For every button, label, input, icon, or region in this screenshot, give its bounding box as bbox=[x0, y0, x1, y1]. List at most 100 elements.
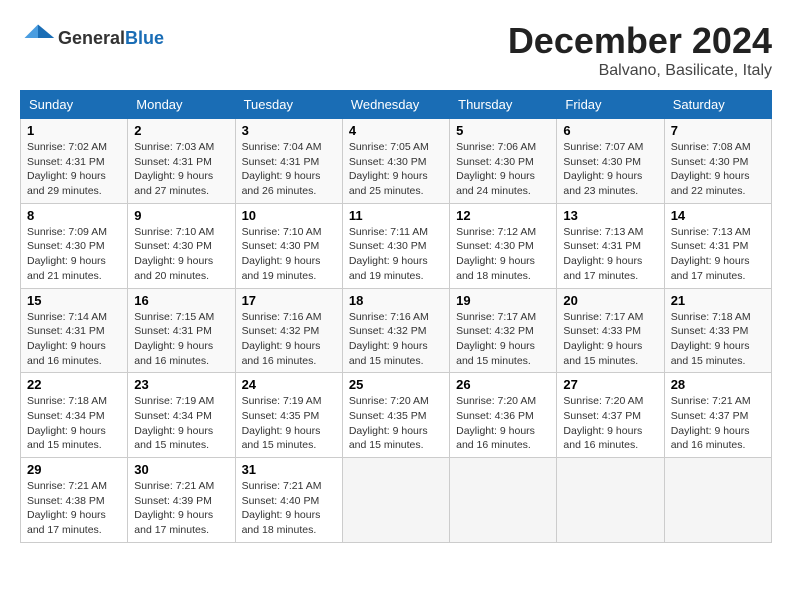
day-header-friday: Friday bbox=[557, 91, 664, 119]
day-info: Sunrise: 7:18 AMSunset: 4:33 PMDaylight:… bbox=[671, 310, 765, 369]
calendar-cell: 5 Sunrise: 7:06 AMSunset: 4:30 PMDaylight… bbox=[450, 119, 557, 204]
day-header-thursday: Thursday bbox=[450, 91, 557, 119]
calendar-header-row: SundayMondayTuesdayWednesdayThursdayFrid… bbox=[21, 91, 772, 119]
calendar-cell: 28Sunrise: 7:21 AMSunset: 4:37 PMDayligh… bbox=[664, 373, 771, 458]
day-number: 20 bbox=[563, 293, 657, 308]
day-number: 9 bbox=[134, 208, 228, 223]
logo-icon bbox=[20, 20, 56, 56]
day-number: 4 bbox=[349, 123, 443, 138]
day-header-wednesday: Wednesday bbox=[342, 91, 449, 119]
day-number: 15 bbox=[27, 293, 121, 308]
day-info: Sunrise: 7:14 AMSunset: 4:31 PMDaylight:… bbox=[27, 310, 121, 369]
day-info: Sunrise: 7:02 AMSunset: 4:31 PMDaylight:… bbox=[27, 140, 121, 199]
day-info: Sunrise: 7:05 AMSunset: 4:30 PMDaylight:… bbox=[349, 140, 443, 199]
calendar-cell: 3 Sunrise: 7:04 AMSunset: 4:31 PMDaylight… bbox=[235, 119, 342, 204]
calendar-cell: 12Sunrise: 7:12 AMSunset: 4:30 PMDayligh… bbox=[450, 203, 557, 288]
day-info: Sunrise: 7:17 AMSunset: 4:32 PMDaylight:… bbox=[456, 310, 550, 369]
day-number: 8 bbox=[27, 208, 121, 223]
day-number: 27 bbox=[563, 377, 657, 392]
calendar-cell: 24 Sunrise: 7:19 AMSunset: 4:35 PMDayligh… bbox=[235, 373, 342, 458]
calendar-cell: 15 Sunrise: 7:14 AMSunset: 4:31 PMDayligh… bbox=[21, 288, 128, 373]
day-number: 3 bbox=[242, 123, 336, 138]
day-info: Sunrise: 7:21 AMSunset: 4:39 PMDaylight:… bbox=[134, 479, 228, 538]
day-number: 22 bbox=[27, 377, 121, 392]
calendar-cell: 7 Sunrise: 7:08 AMSunset: 4:30 PMDaylight… bbox=[664, 119, 771, 204]
calendar-cell: 21 Sunrise: 7:18 AMSunset: 4:33 PMDayligh… bbox=[664, 288, 771, 373]
day-number: 11 bbox=[349, 208, 443, 223]
day-info: Sunrise: 7:06 AMSunset: 4:30 PMDaylight:… bbox=[456, 140, 550, 199]
logo-text: GeneralBlue bbox=[58, 28, 164, 49]
calendar-cell: 23 Sunrise: 7:19 AMSunset: 4:34 PMDayligh… bbox=[128, 373, 235, 458]
calendar-cell: 11 Sunrise: 7:11 AMSunset: 4:30 PMDayligh… bbox=[342, 203, 449, 288]
day-number: 24 bbox=[242, 377, 336, 392]
calendar-cell: 19 Sunrise: 7:17 AMSunset: 4:32 PMDayligh… bbox=[450, 288, 557, 373]
day-info: Sunrise: 7:19 AMSunset: 4:34 PMDaylight:… bbox=[134, 394, 228, 453]
calendar-cell: 30 Sunrise: 7:21 AMSunset: 4:39 PMDayligh… bbox=[128, 458, 235, 543]
page-header: GeneralBlue December 2024 Balvano, Basil… bbox=[20, 20, 772, 80]
day-info: Sunrise: 7:19 AMSunset: 4:35 PMDaylight:… bbox=[242, 394, 336, 453]
day-number: 5 bbox=[456, 123, 550, 138]
day-info: Sunrise: 7:20 AMSunset: 4:36 PMDaylight:… bbox=[456, 394, 550, 453]
month-title: December 2024 bbox=[508, 20, 772, 62]
day-number: 2 bbox=[134, 123, 228, 138]
day-header-saturday: Saturday bbox=[664, 91, 771, 119]
day-info: Sunrise: 7:07 AMSunset: 4:30 PMDaylight:… bbox=[563, 140, 657, 199]
calendar-cell: 16Sunrise: 7:15 AMSunset: 4:31 PMDayligh… bbox=[128, 288, 235, 373]
day-number: 30 bbox=[134, 462, 228, 477]
calendar-cell: 14Sunrise: 7:13 AMSunset: 4:31 PMDayligh… bbox=[664, 203, 771, 288]
day-number: 29 bbox=[27, 462, 121, 477]
calendar-cell: 2Sunrise: 7:03 AMSunset: 4:31 PMDaylight… bbox=[128, 119, 235, 204]
day-info: Sunrise: 7:13 AMSunset: 4:31 PMDaylight:… bbox=[671, 225, 765, 284]
day-info: Sunrise: 7:16 AMSunset: 4:32 PMDaylight:… bbox=[242, 310, 336, 369]
calendar-cell: 29 Sunrise: 7:21 AMSunset: 4:38 PMDayligh… bbox=[21, 458, 128, 543]
day-number: 19 bbox=[456, 293, 550, 308]
day-number: 17 bbox=[242, 293, 336, 308]
day-number: 25 bbox=[349, 377, 443, 392]
day-info: Sunrise: 7:18 AMSunset: 4:34 PMDaylight:… bbox=[27, 394, 121, 453]
day-info: Sunrise: 7:11 AMSunset: 4:30 PMDaylight:… bbox=[349, 225, 443, 284]
day-info: Sunrise: 7:04 AMSunset: 4:31 PMDaylight:… bbox=[242, 140, 336, 199]
logo: GeneralBlue bbox=[20, 20, 164, 56]
calendar-cell: 25Sunrise: 7:20 AMSunset: 4:35 PMDayligh… bbox=[342, 373, 449, 458]
calendar-table: SundayMondayTuesdayWednesdayThursdayFrid… bbox=[20, 90, 772, 543]
calendar-week-row: 22 Sunrise: 7:18 AMSunset: 4:34 PMDayligh… bbox=[21, 373, 772, 458]
day-number: 10 bbox=[242, 208, 336, 223]
calendar-week-row: 8Sunrise: 7:09 AMSunset: 4:30 PMDaylight… bbox=[21, 203, 772, 288]
day-number: 26 bbox=[456, 377, 550, 392]
calendar-cell bbox=[450, 458, 557, 543]
day-header-sunday: Sunday bbox=[21, 91, 128, 119]
calendar-cell: 9 Sunrise: 7:10 AMSunset: 4:30 PMDaylight… bbox=[128, 203, 235, 288]
day-number: 13 bbox=[563, 208, 657, 223]
day-info: Sunrise: 7:21 AMSunset: 4:38 PMDaylight:… bbox=[27, 479, 121, 538]
day-number: 28 bbox=[671, 377, 765, 392]
day-info: Sunrise: 7:13 AMSunset: 4:31 PMDaylight:… bbox=[563, 225, 657, 284]
calendar-cell: 18Sunrise: 7:16 AMSunset: 4:32 PMDayligh… bbox=[342, 288, 449, 373]
calendar-cell bbox=[342, 458, 449, 543]
day-info: Sunrise: 7:21 AMSunset: 4:40 PMDaylight:… bbox=[242, 479, 336, 538]
day-info: Sunrise: 7:20 AMSunset: 4:37 PMDaylight:… bbox=[563, 394, 657, 453]
calendar-week-row: 29 Sunrise: 7:21 AMSunset: 4:38 PMDayligh… bbox=[21, 458, 772, 543]
calendar-cell bbox=[557, 458, 664, 543]
calendar-cell: 1Sunrise: 7:02 AMSunset: 4:31 PMDaylight… bbox=[21, 119, 128, 204]
calendar-cell: 22 Sunrise: 7:18 AMSunset: 4:34 PMDayligh… bbox=[21, 373, 128, 458]
calendar-cell bbox=[664, 458, 771, 543]
day-number: 23 bbox=[134, 377, 228, 392]
calendar-cell: 27 Sunrise: 7:20 AMSunset: 4:37 PMDayligh… bbox=[557, 373, 664, 458]
day-number: 21 bbox=[671, 293, 765, 308]
calendar-cell: 8Sunrise: 7:09 AMSunset: 4:30 PMDaylight… bbox=[21, 203, 128, 288]
day-number: 6 bbox=[563, 123, 657, 138]
calendar-cell: 31 Sunrise: 7:21 AMSunset: 4:40 PMDayligh… bbox=[235, 458, 342, 543]
location-text: Balvano, Basilicate, Italy bbox=[508, 62, 772, 80]
day-number: 18 bbox=[349, 293, 443, 308]
day-number: 12 bbox=[456, 208, 550, 223]
calendar-cell: 26 Sunrise: 7:20 AMSunset: 4:36 PMDayligh… bbox=[450, 373, 557, 458]
day-info: Sunrise: 7:08 AMSunset: 4:30 PMDaylight:… bbox=[671, 140, 765, 199]
day-info: Sunrise: 7:17 AMSunset: 4:33 PMDaylight:… bbox=[563, 310, 657, 369]
calendar-cell: 20 Sunrise: 7:17 AMSunset: 4:33 PMDayligh… bbox=[557, 288, 664, 373]
calendar-cell: 13 Sunrise: 7:13 AMSunset: 4:31 PMDayligh… bbox=[557, 203, 664, 288]
day-info: Sunrise: 7:10 AMSunset: 4:30 PMDaylight:… bbox=[134, 225, 228, 284]
logo-general-text: General bbox=[58, 28, 125, 48]
logo-blue-text: Blue bbox=[125, 28, 164, 48]
day-number: 7 bbox=[671, 123, 765, 138]
day-number: 31 bbox=[242, 462, 336, 477]
